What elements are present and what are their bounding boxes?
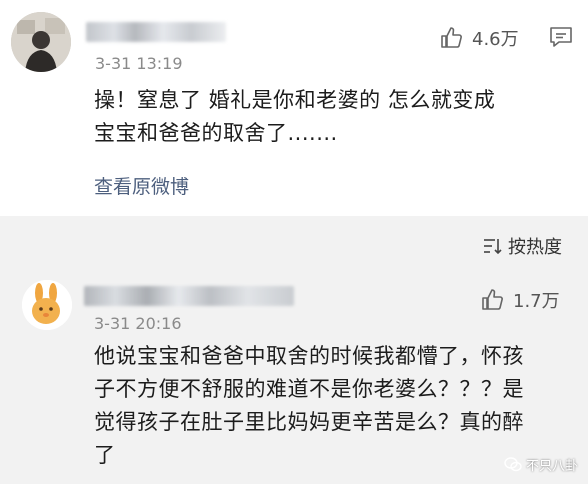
comment-line: 了 xyxy=(94,443,116,467)
comment-text: 操！窒息了 婚礼是你和老婆的 怎么就变成 宝宝和爸爸的取舍了....... xyxy=(94,84,495,150)
user-avatar[interactable] xyxy=(22,280,72,330)
like-button[interactable]: 4.6万 xyxy=(440,25,519,51)
thumbs-up-icon xyxy=(482,289,503,310)
comment-line: 宝宝和爸爸的取舍了....... xyxy=(94,121,338,145)
top-comment-card: 3-31 13:19 4.6万 操！窒息了 婚礼是你和老婆的 怎么就变成 宝宝和… xyxy=(0,0,588,216)
like-count: 4.6万 xyxy=(472,29,519,50)
thumbs-up-icon xyxy=(441,27,462,48)
like-button[interactable]: 1.7万 xyxy=(481,287,560,313)
comment-line: 觉得孩子在肚子里比妈妈更辛苦是么？真的醉 xyxy=(94,410,524,434)
like-count: 1.7万 xyxy=(513,291,560,312)
comment-timestamp: 3-31 13:19 xyxy=(95,54,183,73)
sort-label: 按热度 xyxy=(508,237,562,258)
user-avatar[interactable] xyxy=(11,12,71,72)
comment-line: 操！窒息了 婚礼是你和老婆的 怎么就变成 xyxy=(94,88,496,112)
comment-text: 他说宝宝和爸爸中取舍的时候我都懵了，怀孩 子不方便不舒服的难道不是你老婆么？？？… xyxy=(94,340,524,472)
comment-icon[interactable] xyxy=(549,26,573,48)
wechat-icon xyxy=(504,457,522,472)
comment-timestamp: 3-31 20:16 xyxy=(94,314,182,333)
comment-line: 子不方便不舒服的难道不是你老婆么？？？是 xyxy=(94,377,524,401)
blurred-username xyxy=(84,286,294,306)
watermark-text: 不只八卦 xyxy=(525,459,578,474)
sort-by-hot-button[interactable]: 按热度 xyxy=(482,233,562,259)
comment-line: 他说宝宝和爸爸中取舍的时候我都懵了，怀孩 xyxy=(94,344,524,368)
watermark: 不只八卦 xyxy=(504,455,578,474)
view-original-link[interactable]: 查看原微博 xyxy=(94,172,189,199)
blurred-username xyxy=(86,22,226,42)
sort-icon xyxy=(484,239,502,255)
